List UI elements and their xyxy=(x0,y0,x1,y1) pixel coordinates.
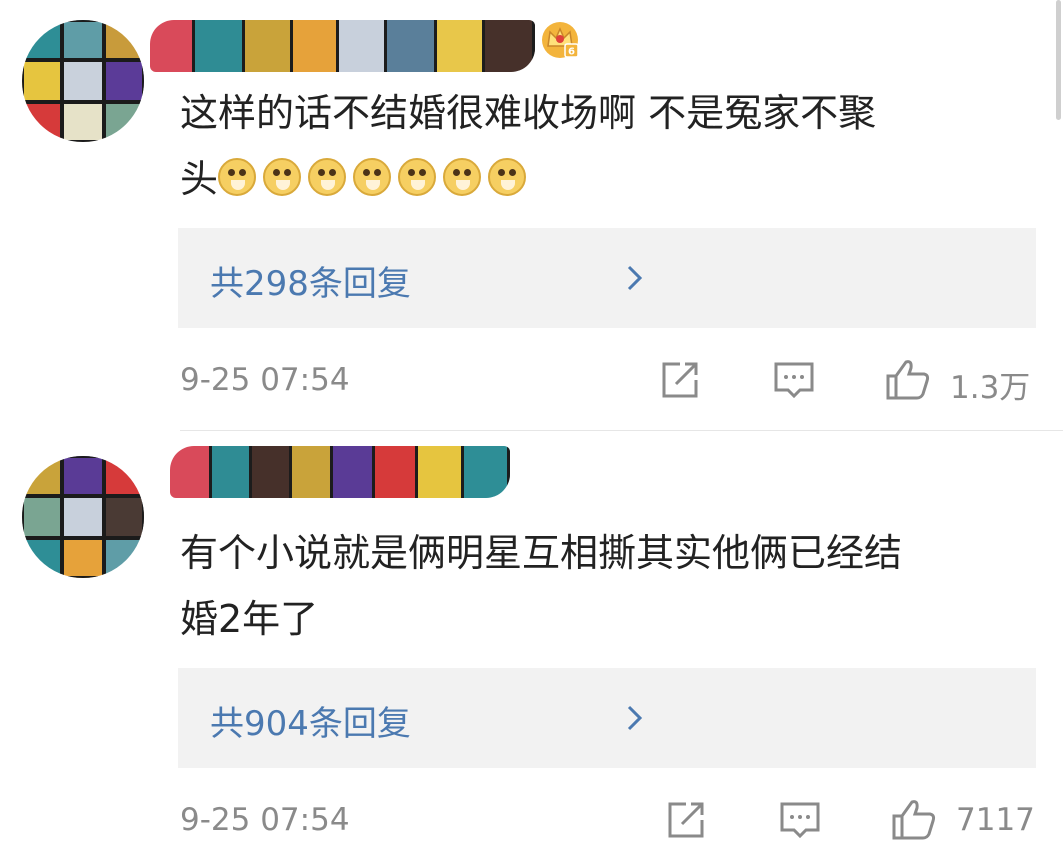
doge-emoji xyxy=(353,158,392,196)
comment-item: 6 这样的话不结婚很难收场啊 不是冤家不聚 头 共298条回复 9-25 07:… xyxy=(0,0,1063,430)
chevron-right-icon xyxy=(627,265,643,291)
comment-text-line2: 婚2年了 xyxy=(180,597,319,641)
share-icon[interactable] xyxy=(658,358,702,402)
thumbs-up-icon[interactable] xyxy=(890,796,938,842)
comment-icon[interactable] xyxy=(778,798,822,842)
like-count: 7117 xyxy=(956,802,1035,838)
comment-list: { "comments": [ { "text_line1": "这样的话不结婚… xyxy=(0,0,1063,863)
comment-text: 这样的话不结婚很难收场啊 不是冤家不聚 头 xyxy=(180,80,1040,212)
comment-item: 有个小说就是俩明星互相撕其实他俩已经结 婚2年了 共904条回复 9-25 07… xyxy=(0,430,1063,863)
chevron-right-icon xyxy=(627,705,643,731)
view-replies-button[interactable]: 共298条回复 xyxy=(178,228,1036,328)
comment-text-line2-text: 头 xyxy=(180,157,219,201)
timestamp: 9-25 07:54 xyxy=(180,802,350,838)
comment-text-line1: 有个小说就是俩明星互相撕其实他俩已经结 xyxy=(180,531,903,575)
doge-emoji xyxy=(398,158,437,196)
like-count: 1.3万 xyxy=(950,370,1031,406)
comment-text: 有个小说就是俩明星互相撕其实他俩已经结 婚2年了 xyxy=(180,520,1040,652)
doge-emoji xyxy=(308,158,347,196)
doge-emoji xyxy=(443,158,482,196)
view-replies-button[interactable]: 共904条回复 xyxy=(178,668,1036,768)
comment-icon[interactable] xyxy=(772,358,816,402)
doge-emoji xyxy=(488,158,527,196)
avatar[interactable] xyxy=(22,20,144,142)
comment-text-line1: 这样的话不结婚很难收场啊 不是冤家不聚 xyxy=(180,91,877,135)
username-redacted[interactable] xyxy=(170,446,510,498)
avatar[interactable] xyxy=(22,456,144,578)
comment-text-line2: 头 xyxy=(180,146,1040,212)
replies-count-label: 共904条回复 xyxy=(210,704,411,744)
doge-emoji xyxy=(218,158,257,196)
replies-count-label: 共298条回复 xyxy=(210,264,411,304)
share-icon[interactable] xyxy=(664,798,708,842)
svg-text:6: 6 xyxy=(568,47,575,58)
crown-level-badge: 6 xyxy=(542,22,579,58)
username-redacted[interactable] xyxy=(150,20,535,72)
doge-emoji xyxy=(263,158,302,196)
thumbs-up-icon[interactable] xyxy=(884,356,932,402)
timestamp: 9-25 07:54 xyxy=(180,362,350,398)
